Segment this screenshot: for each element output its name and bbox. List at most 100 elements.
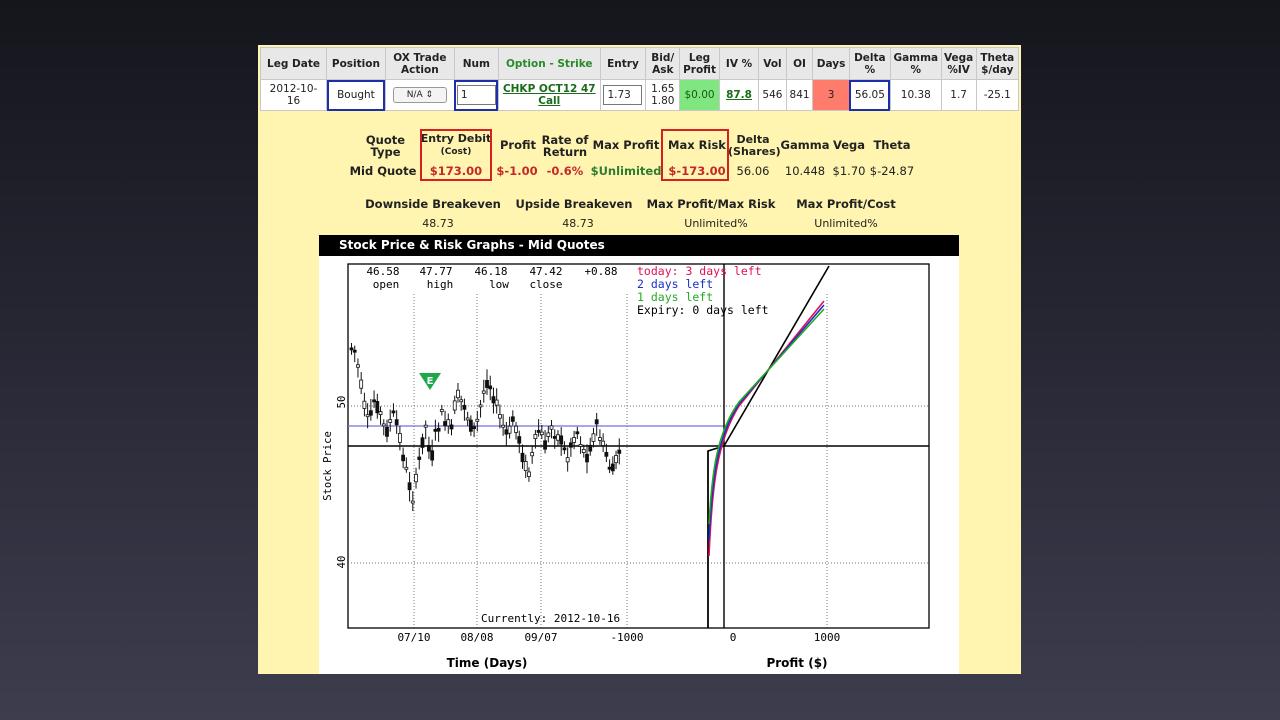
vega-cell: 1.7 [940,79,977,111]
candle-body [556,434,560,441]
x-tick-1000: 1000 [814,631,841,644]
ohlc-high-label: high [427,278,454,291]
candle-body [436,427,441,432]
col-entry: Entry [599,47,647,80]
legs-row: 2012-10-16 Bought N/A ⇕ 1 CHKP OCT12 47 … [260,79,1020,111]
vega-label: Vega [832,138,866,152]
x-tick-0907: 09/07 [524,631,557,644]
candle-body [546,432,551,437]
entry-debit-highlight [420,129,492,181]
candle-body [423,424,428,428]
legend-today: today: 3 days left [637,264,762,278]
max-profit-value: $Unlimited [590,164,662,178]
profit-label: Profit [499,138,537,152]
candle-body [430,450,435,461]
candle-body [517,436,522,444]
legs-header-row: Leg Date Position OX Trade Action Num Op… [260,47,1020,80]
num-input[interactable]: 1 [456,85,496,105]
candle-body [404,466,409,470]
gamma-label: Gamma [780,138,830,152]
vega-value: $1.70 [832,164,866,178]
candle-body [365,414,370,418]
candle-body [552,436,557,439]
candle-body [565,457,570,463]
downside-breakeven-label: Downside Breakeven [365,197,501,211]
y-tick-40: 40 [336,556,348,569]
iv-link[interactable]: 87.8 [726,89,752,101]
earnings-marker[interactable]: E [419,373,441,390]
candle-body [507,425,512,434]
col-delta: Delta % [848,47,891,80]
candle-body [572,437,577,443]
candle-body [533,433,538,440]
candle-body [401,454,406,462]
candle-body [391,410,396,414]
candle-body [427,444,431,452]
col-theta: Theta $/day [975,47,1020,80]
legend-2days: 2 days left [637,277,713,291]
col-leg-date: Leg Date [260,47,327,80]
candle-body [443,421,447,427]
leg-date: 2012-10-16 [260,79,327,111]
position-cell[interactable]: Bought [326,79,386,111]
candle-body [617,449,622,454]
days-cell: 3 [812,79,850,111]
candle-body [352,349,357,353]
one-day-curve [708,308,825,525]
entry-input[interactable]: 1.73 [603,85,643,105]
candle-body [478,404,483,408]
x-tick-0808: 08/08 [460,631,493,644]
candle-body [501,424,506,428]
quote-type-label: Quote Type [365,133,406,159]
col-vega: Vega %IV [940,47,977,80]
legend-expiry: Expiry: 0 days left [637,303,769,317]
candle-body [504,429,509,435]
candle-body [449,424,454,430]
candle-body [459,399,464,403]
price-risk-chart: 46.58 open 47.77 high 46.18 low 47.42 cl… [322,263,930,670]
risk-graph: Stock Price & Risk Graphs - Mid Quotes 4… [319,235,959,674]
ohlc-change: +0.88 [584,265,617,278]
candle-body [607,466,612,470]
max-risk-highlight [661,129,729,181]
option-strike-link[interactable]: CHKP OCT12 47 Call [503,83,596,107]
candle-body [420,437,425,448]
candle-body [407,482,412,491]
col-days: Days [812,47,850,80]
ohlc-low-label: low [489,278,509,291]
vol-cell: 546 [758,79,787,111]
candle-body [410,500,415,504]
candle-body [543,440,547,450]
candle-body [562,447,567,451]
col-option-strike: Option - Strike [497,47,601,80]
candle-body [523,461,528,472]
x-tick-0: 0 [730,631,737,644]
col-iv: IV % [718,47,760,80]
candle-body [356,364,360,368]
candle-body [536,429,541,433]
candle-body [378,411,383,416]
candle-body [527,471,531,477]
col-vol: Vol [758,47,787,80]
candle-body [485,380,489,388]
delta-shares-label: Delta (Shares) [728,133,781,158]
x-axis-profit-label: Profit ($) [766,656,827,670]
mp-mr-value: Unlimited% [684,217,748,230]
candle-body [575,431,580,435]
trade-action-select[interactable]: N/A ⇕ [392,87,447,103]
trade-action-value: N/A [406,90,423,100]
col-trade-action: OX Trade Action [384,47,455,80]
x-axis-time-label: Time (Days) [447,656,528,670]
profit-value: $-1.00 [496,164,538,178]
candle-body [498,414,502,419]
candle-body [559,435,564,445]
max-profit-label: Max Profit [592,138,660,152]
candle-body [368,410,373,416]
mp-cost-value: Unlimited% [814,217,878,230]
candle-body [585,453,589,463]
mp-cost-label: Max Profit/Cost [796,197,896,211]
ohlc-high: 47.77 [419,265,452,278]
candle-body [446,419,451,427]
candle-body [472,426,476,430]
candle-body [439,409,444,412]
